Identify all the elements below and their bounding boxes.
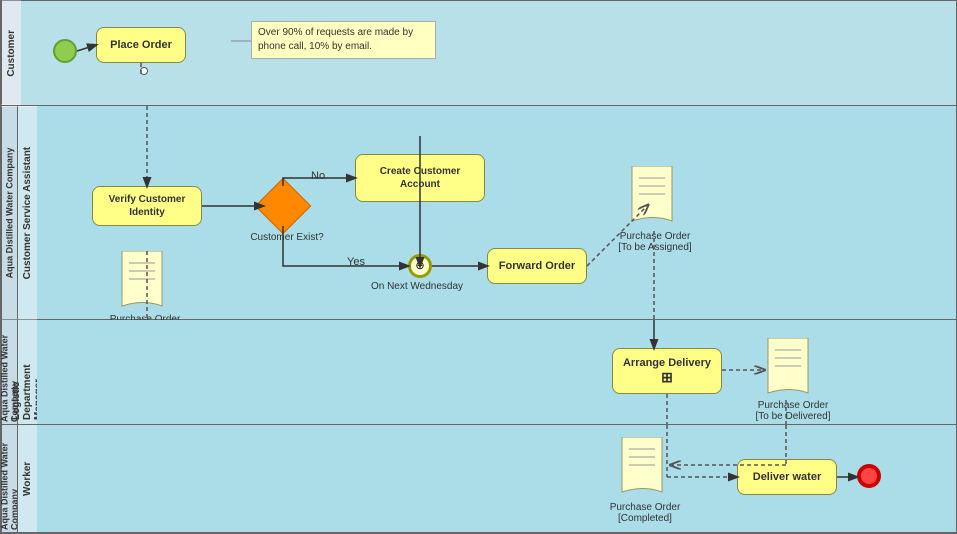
annotation-box: Over 90% of requests are made by phone c… [251, 21, 436, 59]
start-event [53, 39, 77, 63]
po-assigned-svg [627, 166, 682, 231]
lane-customer-content: Place Order Over 90% of requests are mad… [21, 1, 956, 105]
deliver-water-task[interactable]: Deliver water [737, 459, 837, 495]
lane-customer-label: Customer [1, 1, 21, 105]
po-create-doc [117, 251, 172, 321]
po-completed-label: Purchase Order [Completed] [605, 502, 685, 524]
lane-customer: Customer Place Order Over 90% of request… [1, 1, 956, 106]
po-completed-svg [617, 437, 672, 502]
no-label: No [311, 170, 325, 182]
lane-worker: Aqua Distilled Water Company Worker Purc… [1, 425, 956, 533]
intermediate-event-wed[interactable]: ⊕ [408, 254, 432, 278]
verify-identity-task[interactable]: Verify CustomerIdentity [92, 186, 202, 226]
on-next-wednesday-label: On Next Wednesday [357, 281, 477, 292]
flow-dot [140, 67, 148, 75]
forward-order-task[interactable]: Forward Order [487, 248, 587, 284]
po-delivered-doc [763, 338, 818, 408]
lane-ldm: Aqua Distilled Water Company Logistic De… [1, 320, 956, 425]
gateway-label: Customer Exist? [247, 232, 327, 243]
lane-worker-label: Worker [17, 425, 37, 532]
lane-ldm-label: Logistic Department Manager [17, 320, 37, 424]
po-assigned-label: Purchase Order [To be Assigned] [615, 231, 695, 253]
po-delivered-svg [763, 338, 818, 403]
lane-csa-label: Customer Service Assistant [17, 106, 37, 319]
end-event [857, 464, 881, 488]
lane-worker-content: Purchase Order [Completed] Deliver water [37, 425, 956, 532]
yes-label: Yes [347, 256, 365, 268]
create-account-task[interactable]: Create CustomerAccount [355, 154, 485, 202]
po-create-svg [117, 251, 172, 316]
gateway-customer-exist [255, 177, 312, 234]
arrange-delivery-task[interactable]: Arrange Delivery ⊞ [612, 348, 722, 394]
lane-csa-content: Verify CustomerIdentity Customer Exist? … [37, 106, 956, 319]
lane-ldm-content: Arrange Delivery ⊞ Purchase Order [To be… [37, 320, 956, 424]
group-label-aqua3: Aqua Distilled Water Company [1, 425, 17, 532]
po-completed-doc [617, 437, 672, 507]
po-delivered-label: Purchase Order [To be Delivered] [753, 400, 833, 422]
diagram-container: Customer Place Order Over 90% of request… [0, 0, 957, 534]
lane-csa: Aqua Distilled Water Company Customer Se… [1, 106, 956, 320]
po-assigned-doc [627, 166, 682, 236]
group-label-aqua: Aqua Distilled Water Company [1, 106, 17, 319]
place-order-task[interactable]: Place Order [96, 27, 186, 63]
